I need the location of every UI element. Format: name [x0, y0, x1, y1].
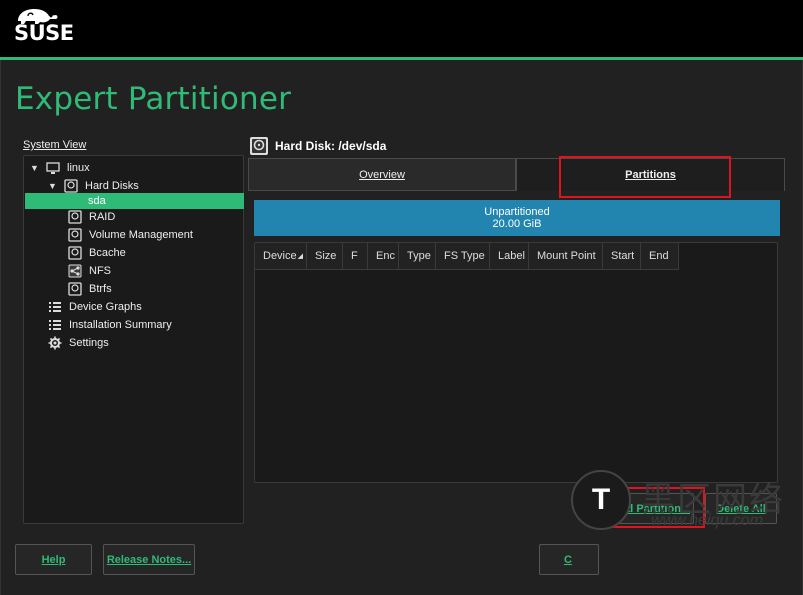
watermark: T 黑区网络 www.heiqu.com	[571, 470, 803, 535]
tree-item-settings[interactable]: Settings	[48, 335, 109, 351]
disk-icon	[68, 228, 82, 242]
button-label: Help	[41, 553, 66, 566]
tree-item-sda[interactable]: sda	[25, 193, 244, 209]
usage-bar-label: Unpartitioned	[484, 206, 550, 218]
release-notes-button[interactable]: Release Notes...	[103, 544, 195, 575]
disk-icon	[250, 137, 268, 155]
help-button[interactable]: Help	[15, 544, 92, 575]
tree-item-label: Installation Summary	[69, 319, 172, 331]
usage-bar-size: 20.00 GiB	[492, 218, 542, 230]
top-bar: SUSE	[0, 0, 803, 58]
tree-item-linux[interactable]: ▼ linux	[30, 160, 90, 176]
tree-item-nfs[interactable]: NFS	[68, 263, 111, 279]
column-header-f[interactable]: F	[343, 243, 368, 270]
tree-item-label: Btrfs	[89, 283, 112, 295]
disk-icon	[68, 246, 82, 260]
cancel-button[interactable]: C	[539, 544, 599, 575]
tab-partitions[interactable]: Partitions	[516, 158, 785, 191]
watermark-logo: T	[571, 470, 631, 530]
tree-item-label: Hard Disks	[85, 180, 139, 192]
column-header-label[interactable]: Label	[490, 243, 529, 270]
system-view-label: System View	[23, 139, 87, 151]
tab-label: Partitions	[625, 169, 676, 181]
device-header-title: Hard Disk: /dev/sda	[275, 139, 387, 153]
button-label: C	[564, 553, 572, 566]
disk-usage-bar: Unpartitioned 20.00 GiB	[254, 200, 780, 236]
disk-icon	[64, 179, 78, 193]
tree-item-label: Settings	[69, 337, 109, 349]
page-title: Expert Partitioner	[15, 81, 292, 117]
column-header-enc[interactable]: Enc	[368, 243, 399, 270]
tab-label: Overview	[359, 168, 405, 181]
gear-icon	[48, 336, 62, 350]
tree-item-label: linux	[67, 162, 90, 174]
tree-item-btrfs[interactable]: Btrfs	[68, 281, 112, 297]
expand-arrow-icon[interactable]: ▼	[30, 163, 40, 173]
tree-item-volume-management[interactable]: Volume Management	[68, 227, 193, 243]
watermark-domain: www.heiqu.com	[651, 512, 764, 529]
column-header-end[interactable]: End	[641, 243, 679, 270]
partitions-table[interactable]: Device ◢ Size F Enc Type FS Type Label Mo…	[254, 242, 778, 483]
list-icon	[49, 320, 61, 330]
sort-ascending-icon: ◢	[297, 253, 304, 260]
tree-item-label: sda	[88, 195, 106, 207]
column-header-device[interactable]: Device ◢	[255, 243, 307, 270]
column-header-start[interactable]: Start	[603, 243, 641, 270]
table-header: Device ◢ Size F Enc Type FS Type Label Mo…	[255, 243, 679, 270]
button-label: Release Notes...	[106, 553, 192, 566]
column-header-type[interactable]: Type	[399, 243, 436, 270]
system-view-tree[interactable]: ▼ linux ▼ Hard Disks sda RAID Volume Man…	[23, 155, 244, 524]
tree-item-hard-disks[interactable]: ▼ Hard Disks	[48, 178, 139, 194]
tab-overview[interactable]: Overview	[248, 158, 516, 191]
tree-item-device-graphs[interactable]: Device Graphs	[48, 299, 142, 315]
tree-item-installation-summary[interactable]: Installation Summary	[48, 317, 172, 333]
suse-wordmark: SUSE	[14, 21, 74, 45]
list-icon	[49, 302, 61, 312]
suse-logo: SUSE	[14, 7, 74, 45]
device-header: Hard Disk: /dev/sda	[249, 136, 386, 156]
tree-item-label: Bcache	[89, 247, 126, 259]
expand-arrow-icon[interactable]: ▼	[48, 181, 58, 191]
monitor-icon	[46, 162, 60, 174]
tree-item-label: RAID	[89, 211, 116, 223]
tab-bar: Overview Partitions	[248, 158, 785, 191]
column-header-size[interactable]: Size	[307, 243, 343, 270]
tree-item-raid[interactable]: RAID	[68, 209, 115, 225]
tree-item-label: NFS	[89, 265, 111, 277]
tree-item-bcache[interactable]: Bcache	[68, 245, 126, 261]
tree-item-label: Device Graphs	[69, 301, 142, 313]
share-icon	[68, 264, 82, 278]
column-header-fs-type[interactable]: FS Type	[436, 243, 490, 270]
tree-item-label: Volume Management	[89, 229, 193, 241]
disk-icon	[68, 282, 82, 296]
disk-icon	[68, 210, 82, 224]
column-header-mount-point[interactable]: Mount Point	[529, 243, 603, 270]
